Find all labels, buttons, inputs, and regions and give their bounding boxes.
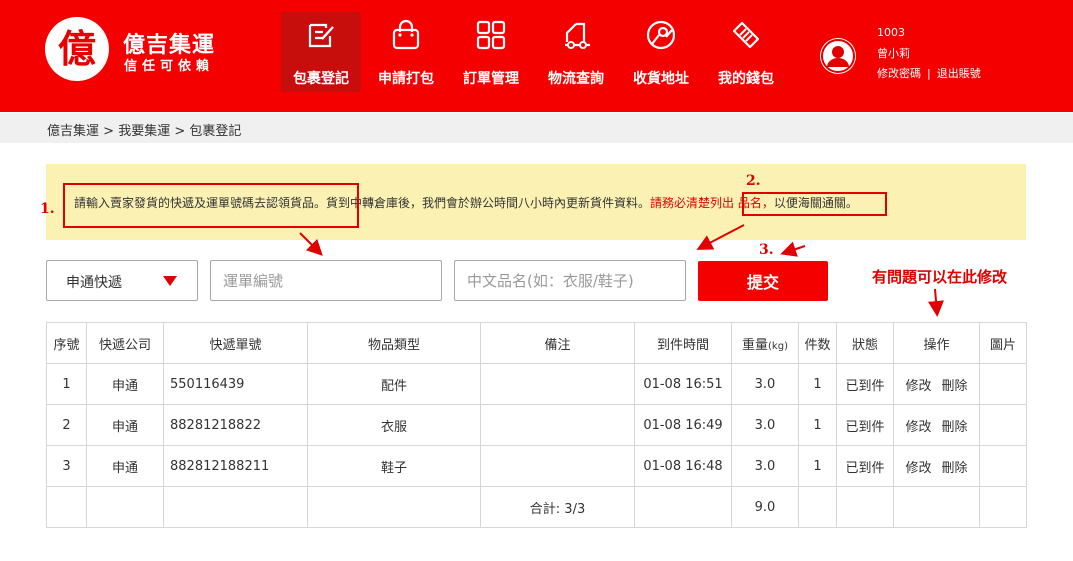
edit-link[interactable]: 修改 xyxy=(905,379,931,394)
header-ops: 操作 xyxy=(893,322,980,364)
arrow-to-submit xyxy=(780,241,806,257)
cell-type: 衣服 xyxy=(307,404,481,446)
courier-selected-value: 申通快遞 xyxy=(66,275,122,291)
product-name-input[interactable] xyxy=(455,261,685,300)
header-type: 物品類型 xyxy=(307,322,481,364)
header-seq: 序號 xyxy=(46,322,87,364)
cell-count: 1 xyxy=(798,404,837,446)
edit-link[interactable]: 修改 xyxy=(905,420,931,435)
cell-ops: 修改 刪除 xyxy=(893,445,980,487)
header-remark: 備注 xyxy=(480,322,635,364)
cell-seq: 2 xyxy=(46,404,87,446)
cell-count: 1 xyxy=(798,363,837,405)
cell-courier: 申通 xyxy=(86,404,164,446)
arrow-to-product xyxy=(696,224,745,250)
cell-courier: 申通 xyxy=(86,363,164,405)
tracking-number-field xyxy=(210,260,442,301)
summary-empty xyxy=(634,486,732,528)
table-header-row: 序號 快遞公司 快遞單號 物品類型 備注 到件時間 重量(kg) 件数 狀態 操… xyxy=(46,322,1027,364)
tracking-number-input[interactable] xyxy=(211,261,441,300)
cell-remark xyxy=(480,445,635,487)
delete-link[interactable]: 刪除 xyxy=(942,461,968,476)
header-arrival: 到件時間 xyxy=(634,322,732,364)
cell-remark xyxy=(480,404,635,446)
delete-link[interactable]: 刪除 xyxy=(942,420,968,435)
cell-image xyxy=(979,363,1027,405)
delete-link[interactable]: 刪除 xyxy=(942,379,968,394)
cell-seq: 1 xyxy=(46,363,87,405)
cell-arrival: 01-08 16:51 xyxy=(634,363,732,405)
cell-tracking: 88281218822 xyxy=(163,404,308,446)
arrow-to-tracking xyxy=(299,232,323,256)
cell-weight: 3.0 xyxy=(731,363,799,405)
package-table: 序號 快遞公司 快遞單號 物品類型 備注 到件時間 重量(kg) 件数 狀態 操… xyxy=(46,322,1027,528)
header-count: 件数 xyxy=(798,322,837,364)
cell-image xyxy=(979,445,1027,487)
cell-arrival: 01-08 16:49 xyxy=(634,404,732,446)
cell-remark xyxy=(480,363,635,405)
header-status: 狀態 xyxy=(836,322,894,364)
caret-down-icon xyxy=(163,276,177,286)
cell-status: 已到件 xyxy=(836,363,894,405)
cell-count: 1 xyxy=(798,445,837,487)
cell-weight: 3.0 xyxy=(731,445,799,487)
header-weight: 重量(kg) xyxy=(731,322,799,364)
table-row: 3 申通 882812188211 鞋子 01-08 16:48 3.0 1 已… xyxy=(46,445,1027,487)
edit-link[interactable]: 修改 xyxy=(905,461,931,476)
summary-empty xyxy=(307,486,481,528)
summary-empty xyxy=(46,486,87,528)
courier-select[interactable]: 申通快遞 xyxy=(46,260,198,301)
header-tracking: 快遞單號 xyxy=(163,322,308,364)
product-name-field xyxy=(454,260,686,301)
cell-type: 鞋子 xyxy=(307,445,481,487)
summary-empty xyxy=(979,486,1027,528)
cell-tracking: 550116439 xyxy=(163,363,308,405)
header-image: 圖片 xyxy=(979,322,1027,364)
cell-arrival: 01-08 16:48 xyxy=(634,445,732,487)
summary-total-weight: 9.0 xyxy=(731,486,799,528)
summary-empty xyxy=(163,486,308,528)
cell-ops: 修改 刪除 xyxy=(893,404,980,446)
summary-total: 合計: 3/3 xyxy=(480,486,635,528)
cell-courier: 申通 xyxy=(86,445,164,487)
cell-type: 配件 xyxy=(307,363,481,405)
cell-status: 已到件 xyxy=(836,445,894,487)
cell-weight: 3.0 xyxy=(731,404,799,446)
summary-empty xyxy=(893,486,980,528)
cell-ops: 修改 刪除 xyxy=(893,363,980,405)
header-weight-unit: (kg) xyxy=(768,340,788,352)
header-courier: 快遞公司 xyxy=(86,322,164,364)
cell-tracking: 882812188211 xyxy=(163,445,308,487)
table-row: 1 申通 550116439 配件 01-08 16:51 3.0 1 已到件 … xyxy=(46,363,1027,405)
table-row: 2 申通 88281218822 衣服 01-08 16:49 3.0 1 已到… xyxy=(46,404,1027,446)
header-weight-label: 重量 xyxy=(742,337,769,353)
summary-empty xyxy=(86,486,164,528)
summary-empty xyxy=(798,486,837,528)
cell-image xyxy=(979,404,1027,446)
cell-status: 已到件 xyxy=(836,404,894,446)
summary-empty xyxy=(836,486,894,528)
table-summary-row: 合計: 3/3 9.0 xyxy=(46,486,1027,528)
submit-button[interactable]: 提交 xyxy=(698,261,828,301)
cell-seq: 3 xyxy=(46,445,87,487)
arrow-to-ops xyxy=(928,288,944,317)
